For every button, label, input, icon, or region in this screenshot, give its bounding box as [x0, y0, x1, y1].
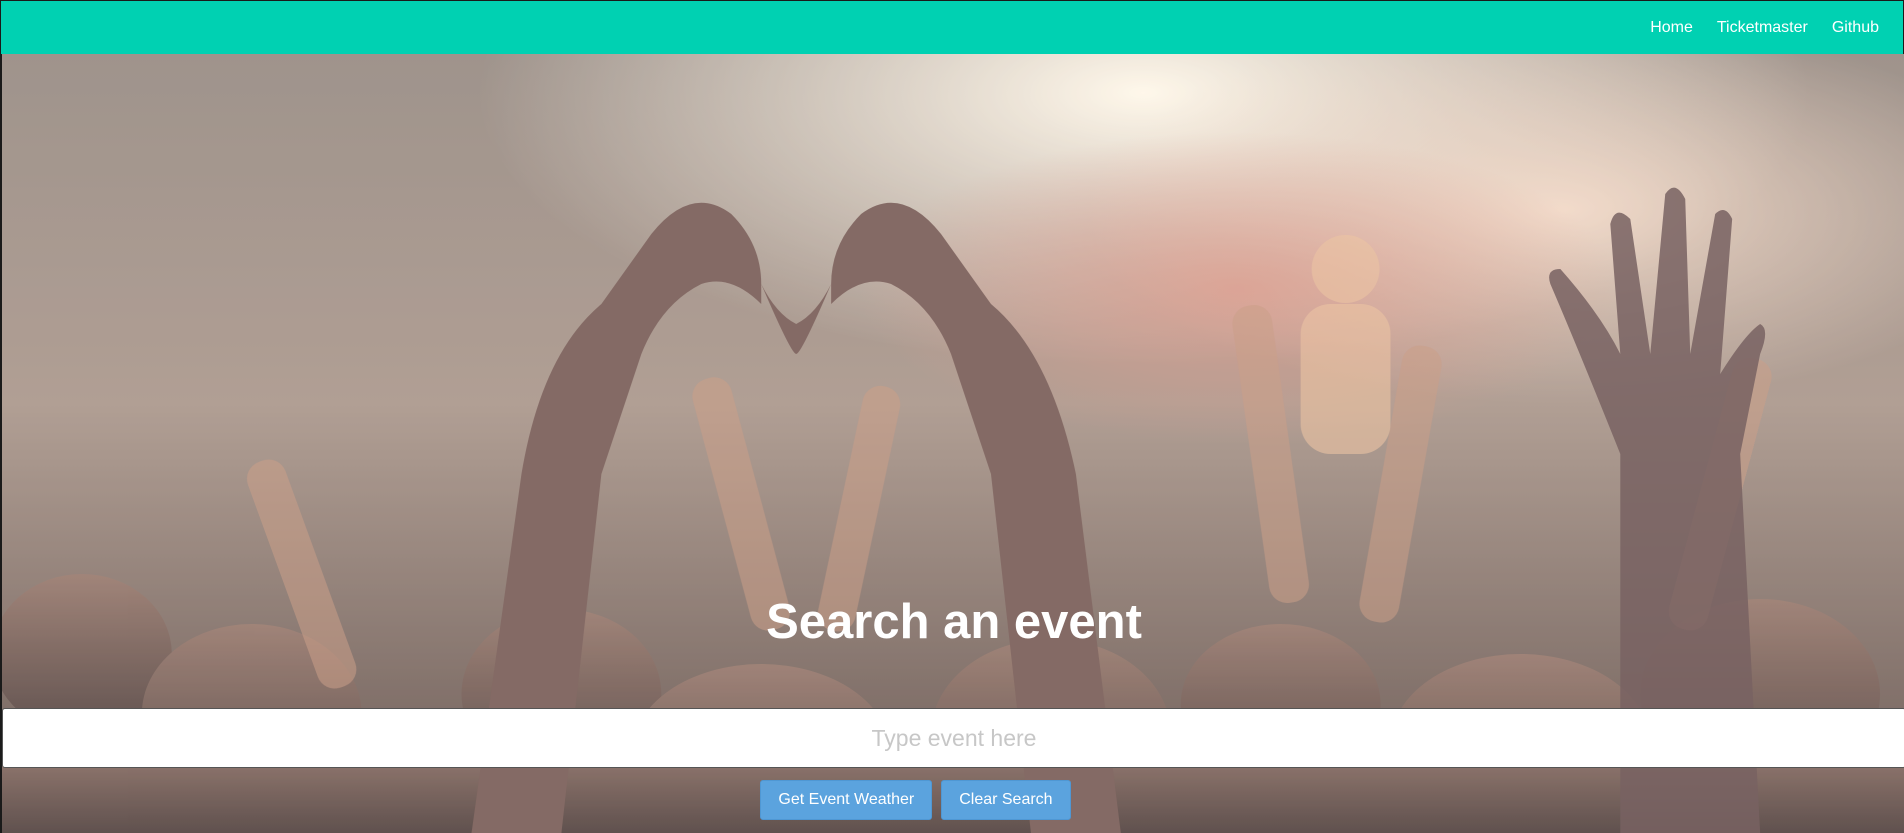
- clear-search-button[interactable]: Clear Search: [941, 780, 1071, 820]
- nav-link-ticketmaster[interactable]: Ticketmaster: [1705, 1, 1820, 55]
- search-button-row: Get Event Weather Clear Search: [2, 780, 1904, 820]
- event-search-input[interactable]: [2, 708, 1904, 768]
- get-event-weather-button[interactable]: Get Event Weather: [760, 780, 933, 820]
- page-title: Search an event: [766, 595, 1142, 649]
- nav-links: Home Ticketmaster Github: [1638, 1, 1891, 55]
- nav-link-github[interactable]: Github: [1820, 1, 1891, 55]
- hero-section: Search an event Get Event Weather Clear …: [0, 54, 1904, 833]
- nav-link-home[interactable]: Home: [1638, 1, 1705, 55]
- top-navbar: Home Ticketmaster Github: [0, 0, 1904, 54]
